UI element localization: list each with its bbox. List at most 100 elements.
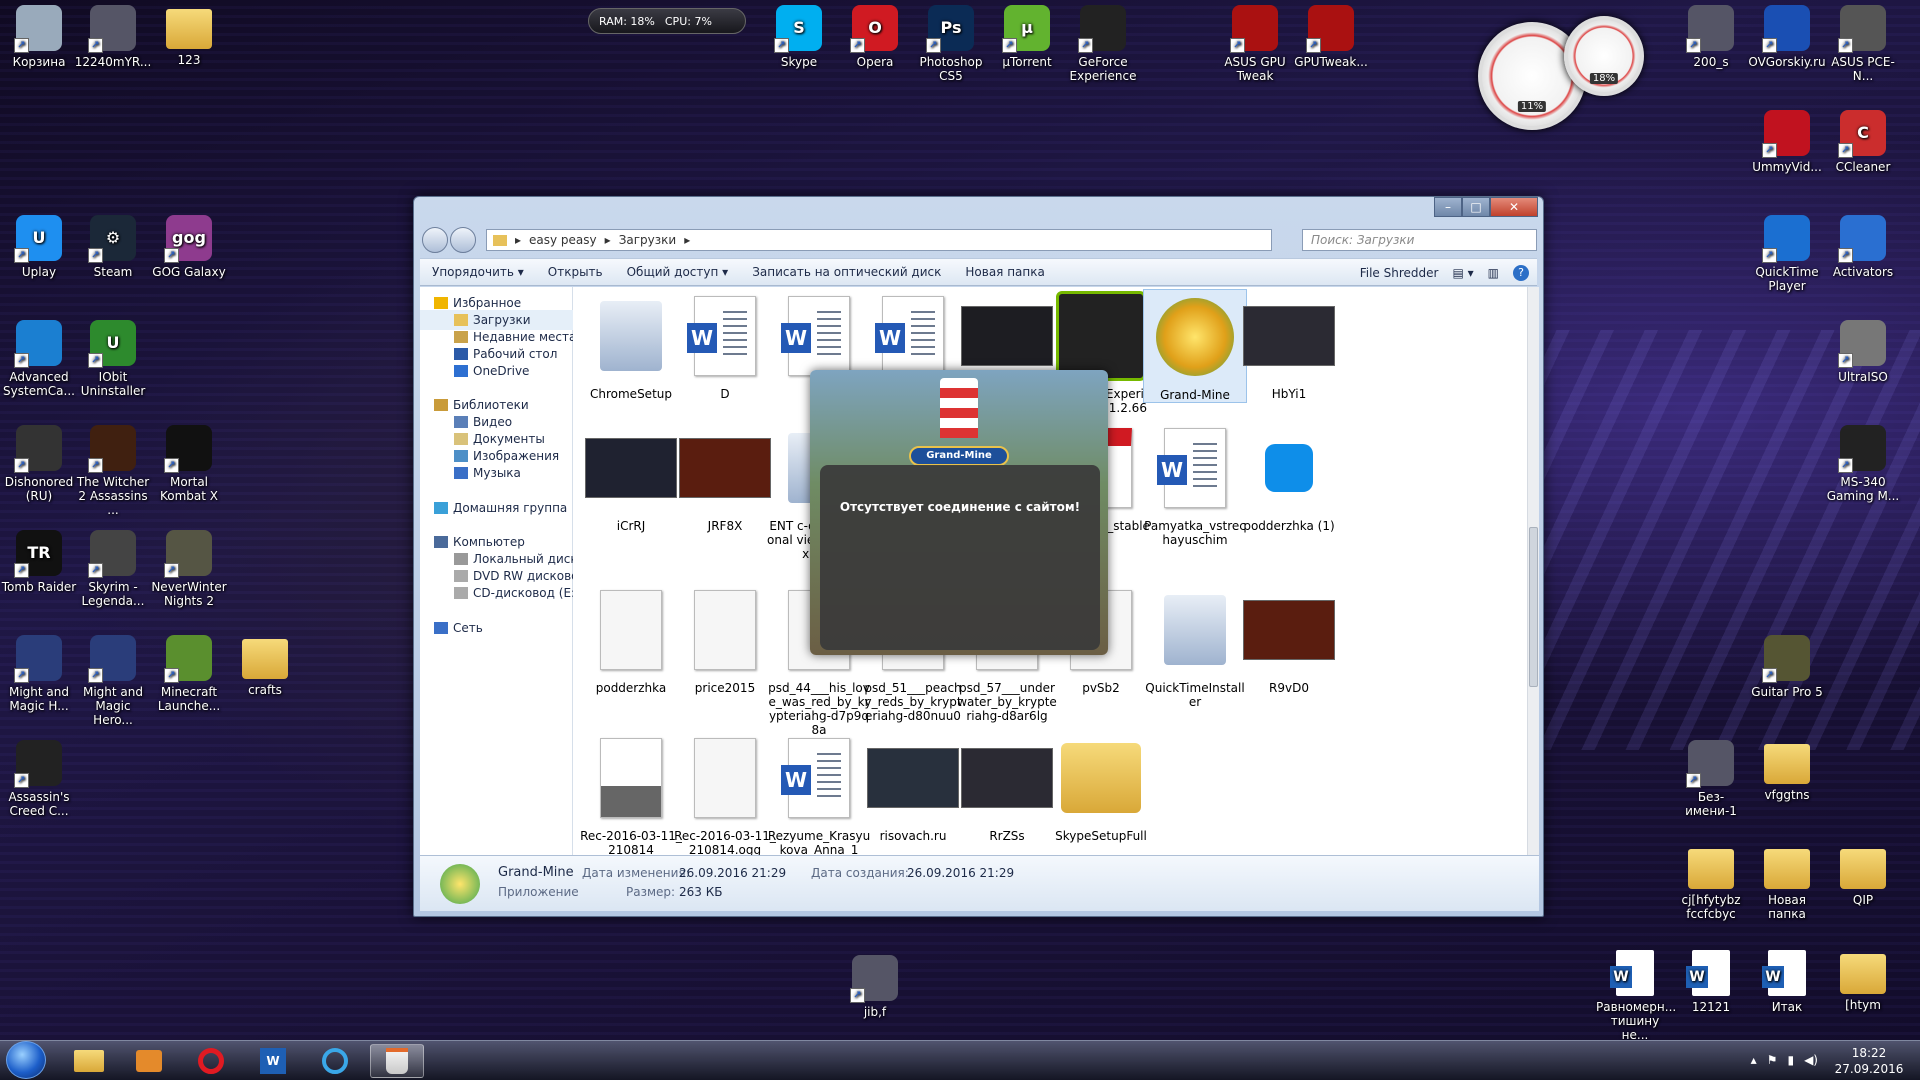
desktop-icon[interactable]: Итак xyxy=(1748,950,1826,1014)
desktop-icon[interactable]: GeForce Experience xyxy=(1064,5,1142,83)
desktop-icon[interactable]: MS-340 Gaming M... xyxy=(1824,425,1902,503)
file-item[interactable]: podderzhka xyxy=(579,583,683,695)
desktop-icon[interactable]: UltraISO xyxy=(1824,320,1902,384)
taskbar-opera[interactable] xyxy=(184,1044,238,1078)
nav-item[interactable]: CD-дисковод (E:) xyxy=(420,583,573,603)
file-item[interactable]: D xyxy=(673,289,777,401)
desktop-icon[interactable]: Корзина xyxy=(0,5,78,69)
file-item[interactable]: Rec-2016-03-11_210814.ogg xyxy=(673,731,777,855)
network-icon[interactable]: ▮ xyxy=(1787,1053,1794,1067)
desktop-icon[interactable]: [htym xyxy=(1824,950,1902,1012)
file-item[interactable]: Rezyume_Krasyukova_Anna_1 xyxy=(767,731,871,855)
desktop-icon[interactable]: TR Tomb Raider xyxy=(0,530,78,594)
action-center-icon[interactable]: ⚑ xyxy=(1767,1053,1778,1067)
desktop-icon[interactable]: jib,f xyxy=(836,955,914,1019)
desktop-icon[interactable]: U Uplay xyxy=(0,215,78,279)
scrollbar-thumb[interactable] xyxy=(1529,527,1538,687)
taskbar-advanced-systemcare[interactable] xyxy=(308,1044,362,1078)
desktop-icon[interactable]: Без-имени-1 xyxy=(1672,740,1750,818)
file-item[interactable]: RrZSs xyxy=(955,731,1059,843)
desktop-icon[interactable]: Равномерн... тишину не... xyxy=(1596,950,1676,1042)
desktop-icon[interactable]: 12121 xyxy=(1672,950,1750,1014)
desktop-icon[interactable]: cj[hfytybz fccfcbyc xyxy=(1672,845,1750,921)
volume-icon[interactable]: ◀) xyxy=(1804,1053,1818,1067)
desktop-icon[interactable]: ⚙ Steam xyxy=(74,215,152,279)
desktop-icon[interactable]: crafts xyxy=(226,635,304,697)
taskbar-java-app[interactable] xyxy=(370,1044,424,1078)
file-item[interactable]: Grand-Mine xyxy=(1143,289,1247,403)
desktop-icon[interactable]: The Witcher 2 Assassins ... xyxy=(74,425,152,517)
file-shredder-button[interactable]: File Shredder xyxy=(1360,266,1439,280)
desktop-icon[interactable]: OVGorskiy.ru xyxy=(1748,5,1826,69)
breadcrumb-item[interactable]: Загрузки xyxy=(619,233,677,247)
desktop-icon[interactable]: Guitar Pro 5 xyxy=(1748,635,1826,699)
open-button[interactable]: Открыть xyxy=(536,265,615,279)
view-options-icon[interactable]: ▤ ▾ xyxy=(1452,266,1473,280)
desktop-icon[interactable]: UIObit Uninstaller xyxy=(74,320,152,398)
help-icon[interactable]: ? xyxy=(1513,265,1529,281)
taskbar-word[interactable]: W xyxy=(246,1044,300,1078)
desktop-icon[interactable]: Assassin's Creed C... xyxy=(0,740,78,818)
desktop-icon[interactable]: Skyrim - Legenda... xyxy=(74,530,152,608)
preview-pane-icon[interactable]: ▥ xyxy=(1488,266,1499,280)
forward-button[interactable] xyxy=(450,227,476,253)
desktop-icon[interactable]: Activators xyxy=(1824,215,1902,279)
file-item[interactable]: podderzhka (1) xyxy=(1237,421,1341,533)
maximize-button[interactable]: □ xyxy=(1462,197,1490,217)
organize-button[interactable]: Упорядочить ▾ xyxy=(420,265,536,279)
close-button[interactable]: ✕ xyxy=(1490,197,1538,217)
desktop-icon[interactable]: Advanced SystemCa... xyxy=(0,320,78,398)
start-button[interactable] xyxy=(6,1041,46,1079)
grand-mine-launcher-dialog[interactable]: Grand-Mine Отсутствует соединение с сайт… xyxy=(810,370,1108,655)
nav-item[interactable]: Музыка xyxy=(420,463,573,483)
vertical-scrollbar[interactable] xyxy=(1527,287,1539,855)
file-item[interactable]: HbYi1 xyxy=(1237,289,1341,401)
desktop-icon[interactable]: ASUS PCE-N... xyxy=(1824,5,1902,83)
new-folder-button[interactable]: Новая папка xyxy=(953,265,1056,279)
nav-item[interactable]: Домашняя группа xyxy=(420,498,573,518)
desktop-icon[interactable]: C CCleaner xyxy=(1824,110,1902,174)
desktop-icon[interactable]: Новая папка xyxy=(1748,845,1826,921)
file-item[interactable]: price2015 xyxy=(673,583,777,695)
search-input[interactable]: Поиск: Загрузки xyxy=(1302,229,1537,251)
file-item[interactable]: iCrRJ xyxy=(579,421,683,533)
nav-item[interactable]: OneDrive xyxy=(420,361,573,381)
desktop-icon[interactable]: GPUTweak... xyxy=(1292,5,1370,69)
desktop-icon[interactable]: UmmyVid... xyxy=(1748,110,1826,174)
file-item[interactable]: Rec-2016-03-11_210814 xyxy=(579,731,683,855)
file-item[interactable]: SkypeSetupFull xyxy=(1049,731,1153,843)
desktop-icon[interactable]: vfggtns xyxy=(1748,740,1826,802)
desktop-icon[interactable]: PsPhotoshop CS5 xyxy=(912,5,990,83)
minimize-button[interactable]: – xyxy=(1434,197,1462,217)
desktop-icon[interactable]: Minecraft Launche... xyxy=(150,635,228,713)
desktop-icon[interactable]: O Opera xyxy=(836,5,914,69)
desktop-icon[interactable]: S Skype xyxy=(760,5,838,69)
desktop-icon[interactable]: QuickTime Player xyxy=(1748,215,1826,293)
share-button[interactable]: Общий доступ ▾ xyxy=(615,265,741,279)
desktop-icon[interactable]: gog GOG Galaxy xyxy=(150,215,228,279)
file-item[interactable]: Pamyatka_vstrechayuschim xyxy=(1143,421,1247,547)
taskbar-explorer[interactable] xyxy=(62,1044,116,1078)
file-item[interactable]: risovach.ru xyxy=(861,731,965,843)
desktop-icon[interactable]: QIP xyxy=(1824,845,1902,907)
file-item[interactable]: ChromeSetup xyxy=(579,289,683,401)
desktop-icon[interactable]: Might and Magic H... xyxy=(0,635,78,713)
desktop-icon[interactable]: Mortal Kombat X xyxy=(150,425,228,503)
desktop-icon[interactable]: 123 xyxy=(150,5,228,67)
address-bar[interactable]: ▸ easy peasy ▸ Загрузки ▸ xyxy=(486,229,1272,251)
desktop-icon[interactable]: Dishonored (RU) xyxy=(0,425,78,503)
taskbar-media-player[interactable] xyxy=(122,1044,176,1078)
desktop-icon[interactable]: Might and Magic Hero... xyxy=(74,635,152,727)
file-item[interactable]: QuickTimeInstaller xyxy=(1143,583,1247,709)
file-item[interactable]: JRF8X xyxy=(673,421,777,533)
breadcrumb-item[interactable]: easy peasy xyxy=(529,233,597,247)
back-button[interactable] xyxy=(422,227,448,253)
desktop-icon[interactable]: 200_s xyxy=(1672,5,1750,69)
file-item[interactable]: R9vD0 xyxy=(1237,583,1341,695)
burn-button[interactable]: Записать на оптический диск xyxy=(740,265,953,279)
desktop-icon[interactable]: ASUS GPU Tweak xyxy=(1216,5,1294,83)
desktop-icon[interactable]: µ µTorrent xyxy=(988,5,1066,69)
show-hidden-icons[interactable]: ▴ xyxy=(1751,1053,1757,1067)
desktop-icon[interactable]: NeverWinter Nights 2 xyxy=(150,530,228,608)
desktop-icon[interactable]: 12240mYR... xyxy=(74,5,152,69)
